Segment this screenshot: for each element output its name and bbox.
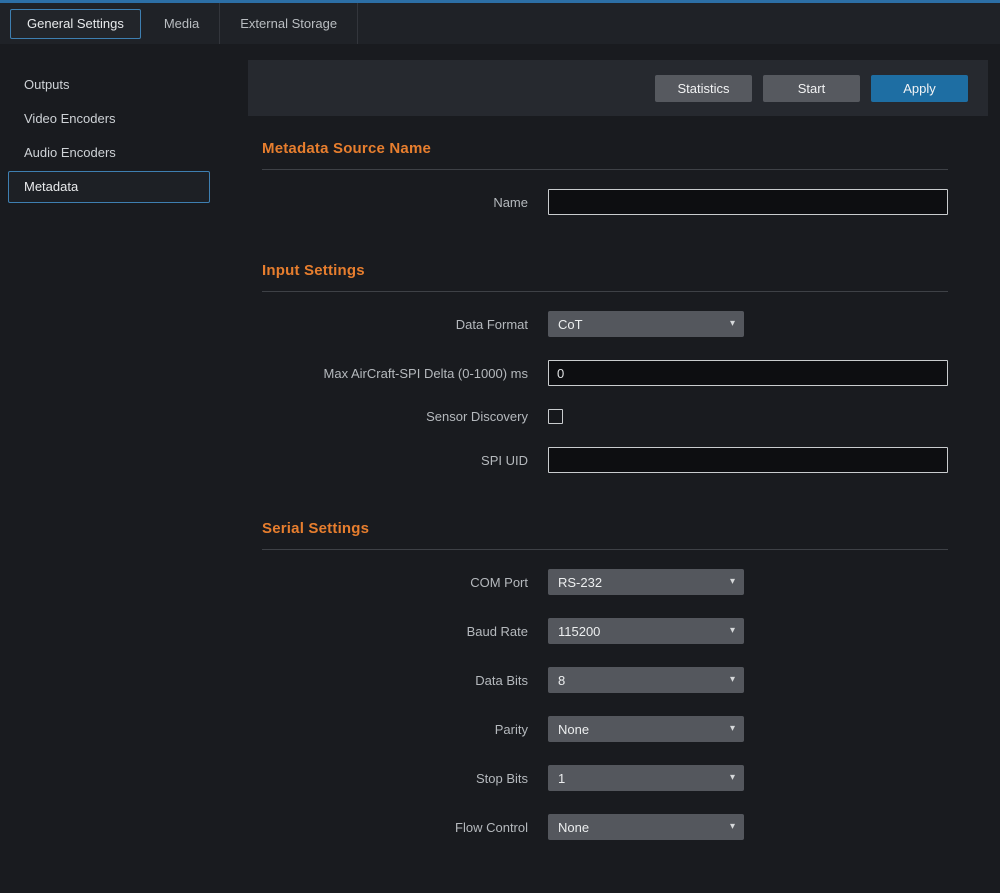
flow-control-row: Flow Control None ▾ — [262, 814, 948, 840]
section-serial-settings: Serial Settings COM Port RS-232 ▾ Baud R… — [262, 496, 948, 840]
flow-control-label: Flow Control — [262, 820, 528, 835]
max-delta-row: Max AirCraft-SPI Delta (0-1000) ms — [262, 360, 948, 386]
apply-button[interactable]: Apply — [871, 75, 968, 102]
section-metadata-source-name: Metadata Source Name Name — [262, 116, 948, 215]
baud-rate-row: Baud Rate 115200 ▾ — [262, 618, 948, 644]
spi-uid-input[interactable] — [548, 447, 948, 473]
name-input[interactable] — [548, 189, 948, 215]
section-input-settings: Input Settings Data Format CoT ▾ Max Air… — [262, 238, 948, 473]
sensor-discovery-label: Sensor Discovery — [262, 409, 528, 424]
max-delta-input[interactable] — [548, 360, 948, 386]
chevron-down-icon: ▾ — [730, 724, 735, 734]
sidebar: Outputs Video Encoders Audio Encoders Me… — [0, 44, 248, 867]
name-label: Name — [262, 195, 528, 210]
start-button[interactable]: Start — [763, 75, 860, 102]
parity-label: Parity — [262, 722, 528, 737]
data-bits-select[interactable]: 8 ▾ — [548, 667, 744, 693]
com-port-row: COM Port RS-232 ▾ — [262, 569, 948, 595]
tab-general-settings[interactable]: General Settings — [10, 9, 141, 39]
name-row: Name — [262, 189, 948, 215]
chevron-down-icon: ▾ — [730, 822, 735, 832]
top-tab-bar: General Settings Media External Storage — [0, 0, 1000, 44]
stop-bits-row: Stop Bits 1 ▾ — [262, 765, 948, 791]
flow-control-select[interactable]: None ▾ — [548, 814, 744, 840]
page-layout: Outputs Video Encoders Audio Encoders Me… — [0, 44, 1000, 867]
stop-bits-label: Stop Bits — [262, 771, 528, 786]
spi-uid-label: SPI UID — [262, 453, 528, 468]
tab-media[interactable]: Media — [144, 3, 220, 44]
max-delta-label: Max AirCraft-SPI Delta (0-1000) ms — [262, 366, 528, 381]
sensor-discovery-row: Sensor Discovery — [262, 409, 948, 424]
tab-external-storage[interactable]: External Storage — [220, 3, 358, 44]
toolbar: Statistics Start Apply — [248, 60, 988, 116]
baud-rate-select[interactable]: 115200 ▾ — [548, 618, 744, 644]
chevron-down-icon: ▾ — [730, 626, 735, 636]
sidebar-item-outputs[interactable]: Outputs — [0, 68, 248, 102]
data-bits-value: 8 — [558, 673, 565, 688]
baud-rate-value: 115200 — [558, 624, 600, 639]
settings-form: Metadata Source Name Name Input Settings… — [248, 116, 988, 893]
statistics-button[interactable]: Statistics — [655, 75, 752, 102]
chevron-down-icon: ▾ — [730, 319, 735, 329]
parity-value: None — [558, 722, 589, 737]
section-title-input-settings: Input Settings — [262, 262, 948, 292]
stop-bits-select[interactable]: 1 ▾ — [548, 765, 744, 791]
sidebar-item-audio-encoders[interactable]: Audio Encoders — [0, 136, 248, 170]
com-port-select[interactable]: RS-232 ▾ — [548, 569, 744, 595]
stop-bits-value: 1 — [558, 771, 565, 786]
spi-uid-row: SPI UID — [262, 447, 948, 473]
com-port-label: COM Port — [262, 575, 528, 590]
chevron-down-icon: ▾ — [730, 773, 735, 783]
com-port-value: RS-232 — [558, 575, 602, 590]
chevron-down-icon: ▾ — [730, 675, 735, 685]
flow-control-value: None — [558, 820, 589, 835]
sensor-discovery-checkbox[interactable] — [548, 409, 563, 424]
data-format-select[interactable]: CoT ▾ — [548, 311, 744, 337]
main-content: Statistics Start Apply Metadata Source N… — [248, 44, 1000, 867]
parity-select[interactable]: None ▾ — [548, 716, 744, 742]
section-title-serial-settings: Serial Settings — [262, 520, 948, 550]
data-format-label: Data Format — [262, 317, 528, 332]
sidebar-item-metadata[interactable]: Metadata — [8, 171, 210, 203]
parity-row: Parity None ▾ — [262, 716, 948, 742]
baud-rate-label: Baud Rate — [262, 624, 528, 639]
data-format-row: Data Format CoT ▾ — [262, 311, 948, 337]
sidebar-item-video-encoders[interactable]: Video Encoders — [0, 102, 248, 136]
section-title-metadata-source-name: Metadata Source Name — [262, 140, 948, 170]
data-bits-label: Data Bits — [262, 673, 528, 688]
chevron-down-icon: ▾ — [730, 577, 735, 587]
data-bits-row: Data Bits 8 ▾ — [262, 667, 948, 693]
data-format-value: CoT — [558, 317, 583, 332]
